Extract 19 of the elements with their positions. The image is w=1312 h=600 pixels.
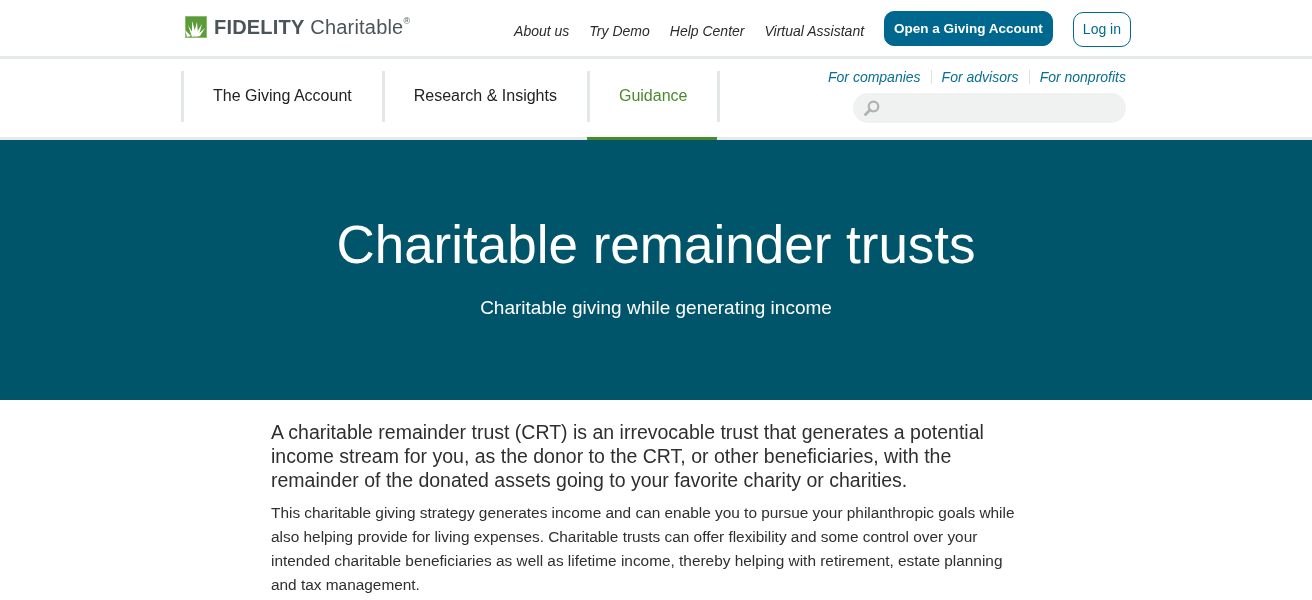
header-link[interactable]: About us <box>514 23 570 39</box>
hero-subtitle: Charitable giving while generating income <box>480 296 832 320</box>
open-account-button[interactable]: Open a Giving Account <box>884 10 1053 46</box>
body-paragraph: This charitable giving strategy generates income and can enable you to pursue your philanthropic goals while also helping provide for living expenses. Charitable trusts can offer flexibility and some control over your intended charitable beneficiaries as well as lifetime income, thereby helping with retirement, estate planning and tax management. <box>271 503 1016 595</box>
login-button[interactable]: Log in <box>1072 11 1131 47</box>
lead-paragraph: A charitable remainder trust (CRT) is an irrevocable trust that generates a potential income stream for you, as the donor to the CRT, or other beneficiaries, with the remainder of the donated assets going to your favorite charity or charities. <box>271 420 985 492</box>
search-field[interactable] <box>853 93 1126 123</box>
header-link[interactable]: Virtual Assistant <box>764 23 865 39</box>
logo-icon <box>185 16 207 38</box>
hero-title: Charitable remainder trusts <box>336 214 976 276</box>
logo-text[interactable]: FIDELITY Charitable$^{®}$ <box>214 15 411 39</box>
audience-link[interactable]: For nonprofits <box>1039 69 1126 85</box>
audience-link[interactable]: For companies <box>828 69 921 85</box>
nav-tab[interactable]: The Giving Account <box>181 59 382 140</box>
nav-tab[interactable]: Research & Insights <box>381 59 587 140</box>
audience-link[interactable]: For advisors <box>941 69 1019 85</box>
header-link[interactable]: Try Demo <box>589 23 650 39</box>
header-link[interactable]: Help Center <box>669 23 745 39</box>
search-icon <box>864 100 880 116</box>
